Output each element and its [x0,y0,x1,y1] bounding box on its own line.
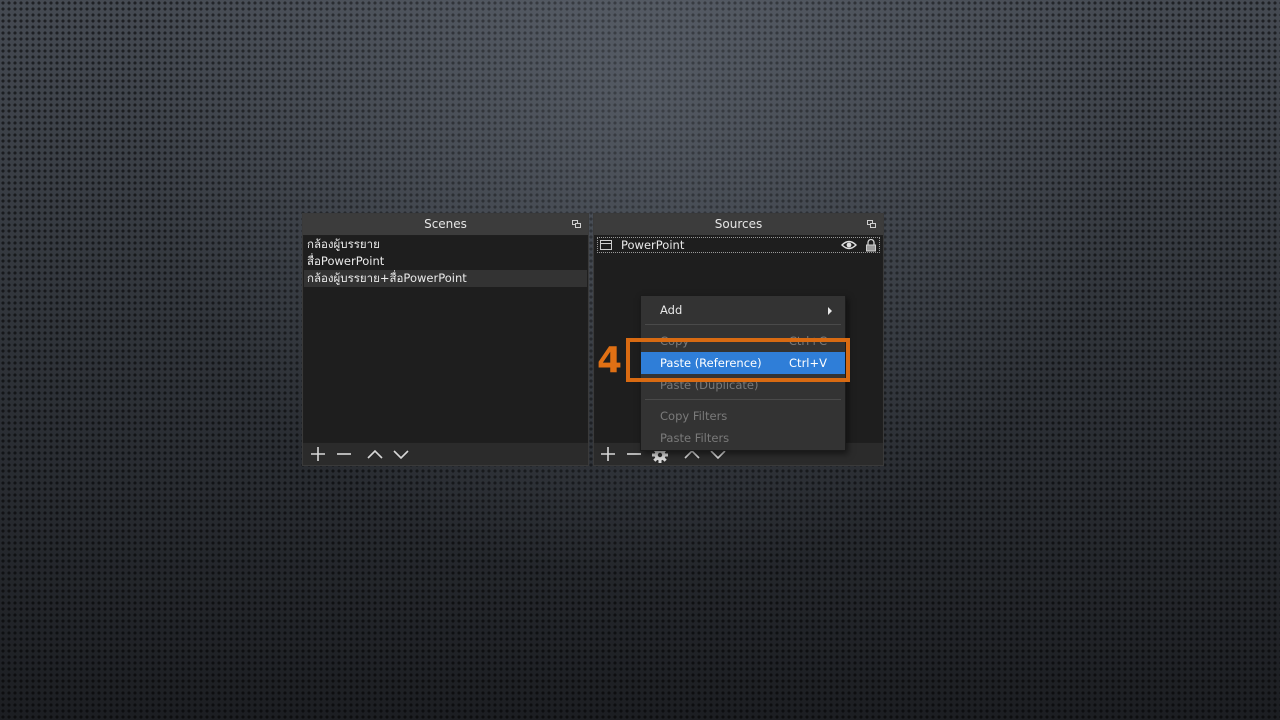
add-scene-button[interactable] [308,445,328,463]
scene-item[interactable]: สื่อPowerPoint [304,253,587,270]
source-item[interactable]: PowerPoint [597,237,880,253]
minus-icon [337,453,351,455]
menu-item-label: Copy Filters [660,409,728,423]
add-source-button[interactable] [598,445,618,463]
undock-icon[interactable] [572,220,581,228]
menu-item-add[interactable]: Add [641,299,845,321]
lock-icon[interactable] [865,238,877,255]
menu-item-label: Add [660,303,683,317]
menu-item-copy-filters: Copy Filters [641,405,845,427]
move-scene-down-button[interactable] [391,445,411,463]
menu-separator [645,399,841,400]
remove-scene-button[interactable] [334,445,354,463]
eye-icon[interactable] [841,239,857,254]
chevron-up-icon [367,449,383,459]
menu-separator [645,324,841,325]
sources-title: Sources [714,217,763,231]
undock-icon[interactable] [867,220,876,228]
move-scene-up-button[interactable] [365,445,385,463]
sources-title-bar: Sources [594,214,883,235]
step-number: 4 [597,340,623,381]
source-name: PowerPoint [621,238,685,252]
plus-icon [601,447,615,461]
plus-icon [311,447,325,461]
scene-list[interactable]: กล้องผู้บรรยาย สื่อPowerPoint กล้องผู้บร… [304,236,587,442]
scene-item-selected[interactable]: กล้องผู้บรรยาย+สื่อPowerPoint [304,270,587,287]
menu-item-label: Paste Filters [660,431,730,445]
scene-item[interactable]: กล้องผู้บรรยาย [304,236,587,253]
chevron-down-icon [393,450,409,460]
step-highlight-box [626,338,850,382]
menu-item-paste-filters: Paste Filters [641,427,845,449]
scenes-title: Scenes [424,217,467,231]
scenes-title-bar: Scenes [303,214,588,235]
window-icon [600,240,612,250]
scenes-toolbar [303,443,588,465]
scenes-dock: Scenes กล้องผู้บรรยาย สื่อPowerPoint กล้… [302,213,589,466]
submenu-arrow-icon [828,307,832,315]
